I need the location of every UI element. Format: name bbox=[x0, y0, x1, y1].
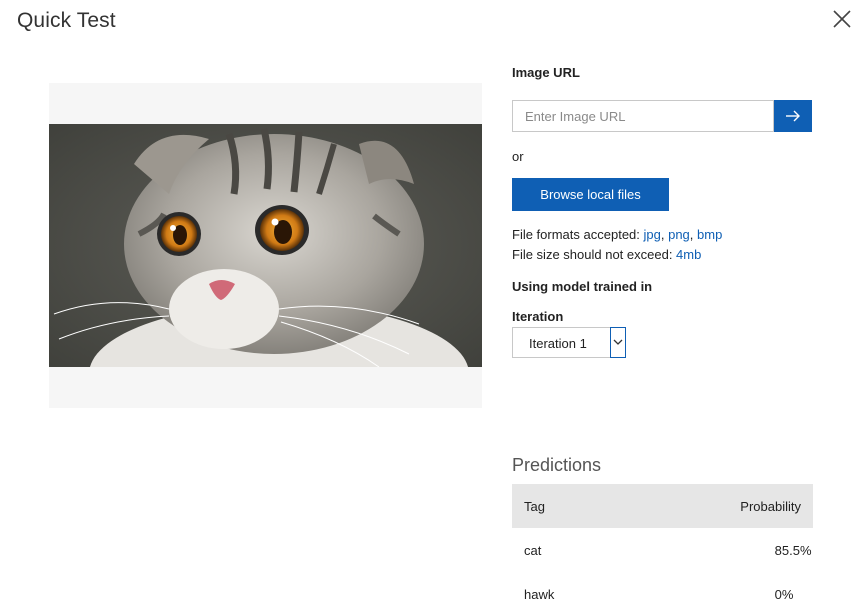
arrow-right-icon bbox=[786, 110, 800, 122]
prediction-probability: 85.5% bbox=[774, 542, 812, 558]
iteration-select-value: Iteration 1 bbox=[529, 336, 587, 351]
column-header-tag: Tag bbox=[512, 484, 567, 528]
file-size-prefix: File size should not exceed: bbox=[512, 247, 677, 262]
predictions-table: Tag Probability cat 85.5% hawk 0% bbox=[512, 484, 813, 610]
predictions-title: Predictions bbox=[512, 455, 602, 475]
format-bmp: bmp bbox=[697, 227, 723, 242]
table-header-row: Tag Probability bbox=[512, 484, 813, 528]
image-url-row bbox=[512, 100, 812, 132]
cat-photo bbox=[49, 124, 482, 367]
iteration-select[interactable]: Iteration 1 bbox=[512, 327, 626, 358]
table-row: hawk 0% bbox=[512, 572, 813, 610]
table-row: cat 85.5% bbox=[512, 528, 813, 572]
dialog-title: Quick Test bbox=[17, 9, 116, 32]
or-text: or bbox=[512, 149, 524, 164]
file-size-limit: 4mb bbox=[676, 247, 702, 262]
file-formats-text: File formats accepted: jpg, png, bmp bbox=[512, 227, 723, 242]
quick-test-dialog: Quick Test Image URL Enter Image URL or … bbox=[0, 0, 860, 610]
model-heading: Using model trained in bbox=[512, 279, 653, 294]
image-url-label: Image URL bbox=[512, 65, 580, 80]
iteration-label: Iteration bbox=[512, 309, 564, 324]
prediction-tag: cat bbox=[524, 542, 542, 558]
column-header-probability: Probability bbox=[566, 484, 813, 528]
file-formats-prefix: File formats accepted: bbox=[512, 227, 644, 242]
file-size-text: File size should not exceed: 4mb bbox=[512, 247, 701, 262]
prediction-probability: 0% bbox=[774, 586, 794, 602]
chevron-down-icon[interactable] bbox=[610, 327, 626, 358]
prediction-tag: hawk bbox=[524, 586, 555, 602]
image-preview bbox=[49, 83, 482, 408]
format-png: png bbox=[668, 227, 690, 242]
close-icon[interactable] bbox=[832, 9, 852, 29]
format-jpg: jpg bbox=[643, 227, 661, 242]
submit-url-button[interactable] bbox=[774, 100, 812, 132]
image-url-input[interactable] bbox=[512, 100, 774, 132]
browse-local-files-button[interactable]: Browse local files bbox=[512, 178, 669, 211]
